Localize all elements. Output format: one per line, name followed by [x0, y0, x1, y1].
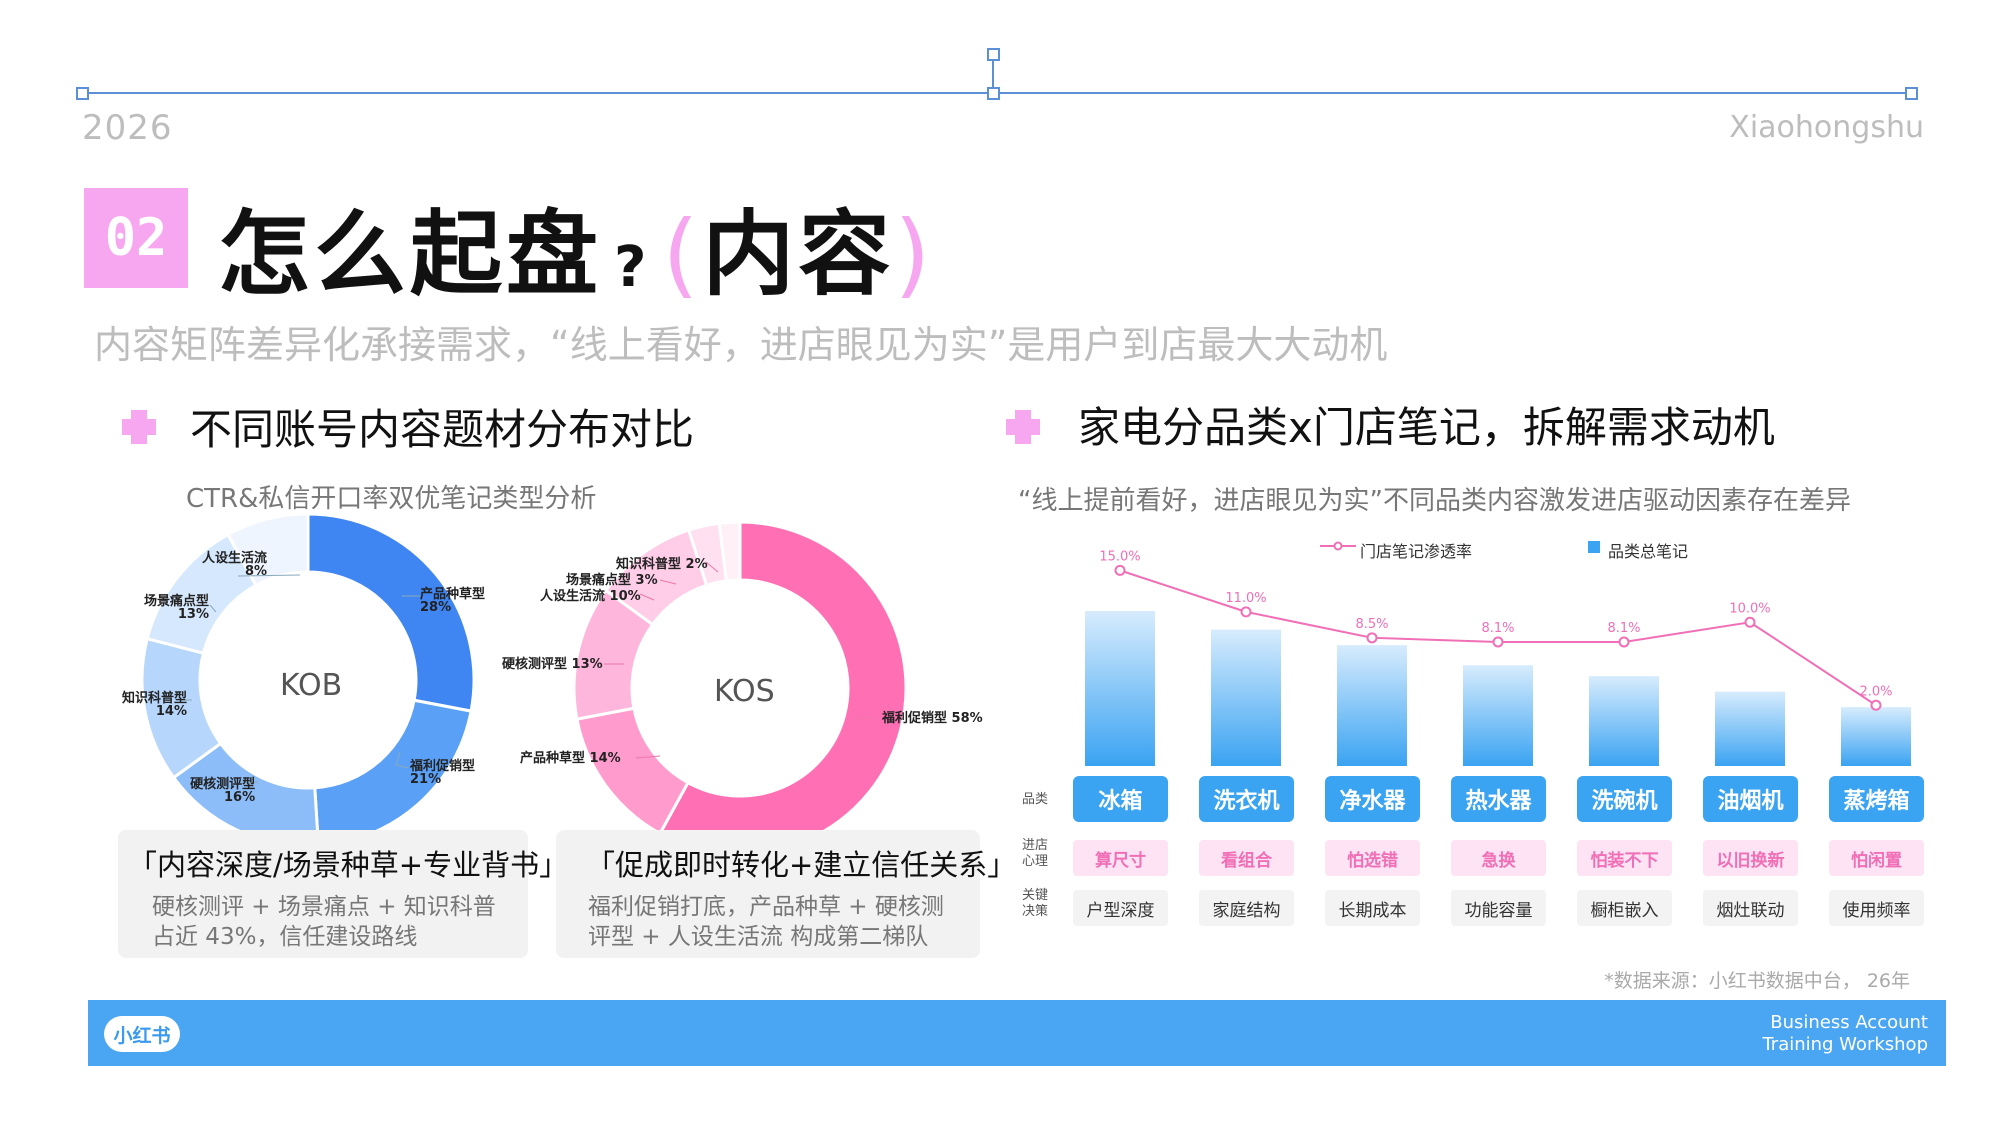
category-button-3[interactable]: 热水器 [1451, 776, 1546, 822]
bar-2 [1337, 645, 1407, 766]
bar-4 [1589, 676, 1659, 766]
category-button-4[interactable]: 洗碗机 [1577, 776, 1672, 822]
line-point-1 [1240, 606, 1252, 618]
bar-6 [1841, 707, 1911, 766]
row-label-mind: 进店心理 [1022, 838, 1049, 869]
bar-0 [1085, 611, 1155, 766]
line-point-0 [1114, 564, 1126, 576]
mind-tag-2: 怕选错 [1325, 840, 1420, 876]
line-point-6 [1870, 699, 1882, 711]
bar-1 [1211, 629, 1281, 766]
category-button-5[interactable]: 油烟机 [1703, 776, 1798, 822]
line-label-3: 8.1% [1481, 621, 1514, 636]
category-bar-line-chart: 15.0% 11.0% 8.5% 8.1% 8.1% 10.0% 2.0% [1085, 549, 1911, 766]
line-label-2: 8.5% [1355, 617, 1388, 632]
decision-tag-5: 烟灶联动 [1703, 890, 1798, 926]
line-point-4 [1618, 636, 1630, 648]
line-label-6: 2.0% [1859, 684, 1892, 699]
decision-tag-6: 使用频率 [1829, 890, 1924, 926]
category-button-1[interactable]: 洗衣机 [1199, 776, 1294, 822]
footer-text: Business Account Training Workshop [1762, 1012, 1928, 1055]
bar-3 [1463, 665, 1533, 766]
xiaohongshu-logo: 小红书 [104, 1016, 180, 1052]
decision-tag-3: 功能容量 [1451, 890, 1546, 926]
mind-tag-3: 急换 [1451, 840, 1546, 876]
category-button-0[interactable]: 冰箱 [1073, 776, 1168, 822]
category-button-6[interactable]: 蒸烤箱 [1829, 776, 1924, 822]
data-source-note: *数据来源：小红书数据中台， 26年 [1604, 970, 1910, 992]
line-label-4: 8.1% [1607, 621, 1640, 636]
row-label-decision: 关键决策 [1022, 888, 1049, 919]
line-point-5 [1744, 616, 1756, 628]
mind-tag-0: 算尺寸 [1073, 840, 1168, 876]
decision-tag-4: 橱柜嵌入 [1577, 890, 1672, 926]
mind-tag-1: 看组合 [1199, 840, 1294, 876]
decision-tag-1: 家庭结构 [1199, 890, 1294, 926]
mind-tag-5: 以旧换新 [1703, 840, 1798, 876]
line-point-3 [1492, 636, 1504, 648]
bar-5 [1715, 691, 1785, 766]
line-label-1: 11.0% [1225, 591, 1266, 606]
category-button-2[interactable]: 净水器 [1325, 776, 1420, 822]
mind-tag-4: 怕装不下 [1577, 840, 1672, 876]
row-label-category: 品类 [1022, 792, 1049, 807]
footer-bar [88, 1000, 1946, 1066]
line-label-5: 10.0% [1729, 601, 1770, 616]
decision-tag-0: 户型深度 [1073, 890, 1168, 926]
mind-tag-6: 怕闲置 [1829, 840, 1924, 876]
decision-tag-2: 长期成本 [1325, 890, 1420, 926]
line-label-0: 15.0% [1099, 549, 1140, 564]
line-point-2 [1366, 632, 1378, 644]
